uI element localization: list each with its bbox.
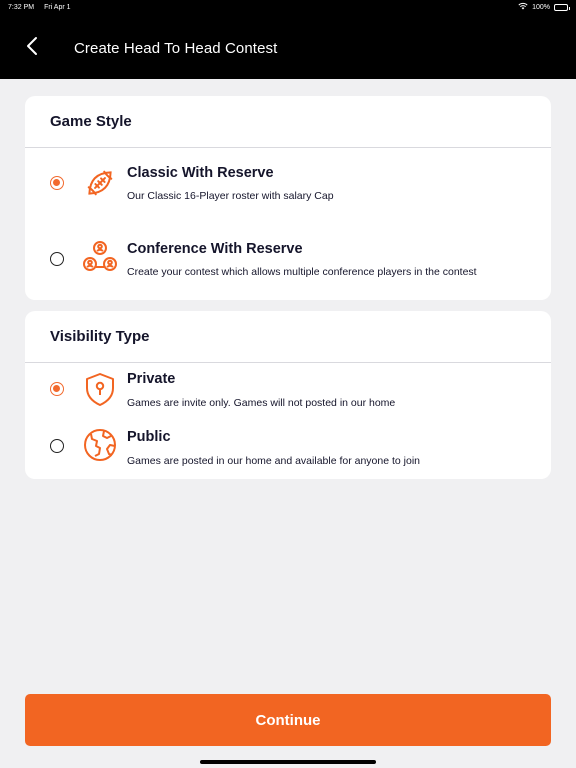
option-description: Games are invite only. Games will not po… <box>127 397 396 409</box>
back-button[interactable] <box>16 32 48 64</box>
radio-private[interactable] <box>50 382 64 396</box>
option-title: Conference With Reserve <box>127 241 303 257</box>
option-public[interactable]: Public Games are posted in our home and … <box>25 421 551 479</box>
status-bar: 7:32 PM Fri Apr 1 100% <box>0 0 576 14</box>
wifi-icon <box>518 2 528 12</box>
continue-button[interactable]: Continue <box>25 694 551 746</box>
battery-percent: 100% <box>532 3 550 11</box>
game-style-card: Game Style Classic With Reserve Our Clas… <box>25 96 551 300</box>
option-classic-with-reserve[interactable]: Classic With Reserve Our Classic 16-Play… <box>25 148 551 224</box>
option-private[interactable]: Private Games are invite only. Games wil… <box>25 363 551 421</box>
visibility-type-header: Visibility Type <box>25 311 551 363</box>
football-icon <box>82 165 118 201</box>
globe-icon <box>82 427 118 463</box>
battery-icon <box>554 3 570 11</box>
shield-lock-icon <box>82 371 118 407</box>
option-conference-with-reserve[interactable]: Conference With Reserve Create your cont… <box>25 224 551 300</box>
page-title: Create Head To Head Contest <box>74 40 278 57</box>
option-description: Games are posted in our home and availab… <box>127 455 421 467</box>
option-title: Classic With Reserve <box>127 165 274 181</box>
option-title: Private <box>127 371 176 387</box>
radio-conference-with-reserve[interactable] <box>50 252 64 266</box>
status-time: 7:32 PM <box>8 3 35 11</box>
option-description: Create your contest which allows multipl… <box>127 266 477 278</box>
visibility-type-card: Visibility Type Private Games are invite… <box>25 311 551 479</box>
chevron-left-icon <box>25 36 39 61</box>
option-description: Our Classic 16-Player roster with salary… <box>127 190 334 202</box>
option-title: Public <box>127 429 171 445</box>
home-indicator <box>200 760 376 764</box>
game-style-header: Game Style <box>25 96 551 148</box>
radio-public[interactable] <box>50 439 64 453</box>
radio-classic-with-reserve[interactable] <box>50 176 64 190</box>
status-date: Fri Apr 1 <box>44 3 71 11</box>
navigation-bar: Create Head To Head Contest <box>0 14 576 79</box>
group-network-icon <box>82 239 118 275</box>
